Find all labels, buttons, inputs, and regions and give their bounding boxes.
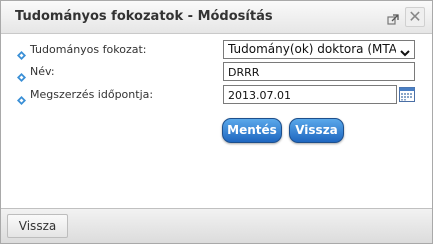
dialog-footer: Vissza: [1, 208, 432, 243]
modal-dialog: Tudományos fokozatok - Módosítás ✕ Tudom…: [0, 0, 433, 244]
degree-select-value: Tudomány(ok) doktora (MTA: [228, 42, 396, 56]
footer-back-button[interactable]: Vissza: [7, 214, 68, 238]
dialog-title: Tudományos fokozatok - Módosítás: [15, 9, 273, 24]
degree-label: Tudományos fokozat:: [30, 43, 147, 56]
date-input[interactable]: 2013.07.01: [223, 85, 397, 104]
back-button[interactable]: Vissza: [289, 118, 344, 143]
degree-select[interactable]: Tudomány(ok) doktora (MTA: [223, 40, 415, 59]
name-label: Név:: [30, 65, 55, 78]
close-button[interactable]: ✕: [405, 7, 425, 27]
name-row: Név: DRRR: [1, 62, 432, 82]
calendar-icon[interactable]: [399, 87, 415, 102]
diamond-bullet-icon: [17, 90, 26, 105]
save-button[interactable]: Mentés: [222, 118, 282, 143]
name-input[interactable]: DRRR: [223, 62, 415, 81]
dialog-titlebar[interactable]: Tudományos fokozatok - Módosítás ✕: [1, 1, 432, 34]
chevron-down-icon: [399, 44, 411, 57]
popout-icon[interactable]: [387, 11, 399, 25]
diamond-bullet-icon: [17, 45, 26, 60]
degree-row: Tudományos fokozat: Tudomány(ok) doktora…: [1, 40, 432, 60]
close-icon: ✕: [408, 7, 422, 26]
diamond-bullet-icon: [17, 67, 26, 82]
date-label: Megszerzés időpontja:: [30, 88, 154, 101]
date-row: Megszerzés időpontja: 2013.07.01: [1, 85, 432, 105]
